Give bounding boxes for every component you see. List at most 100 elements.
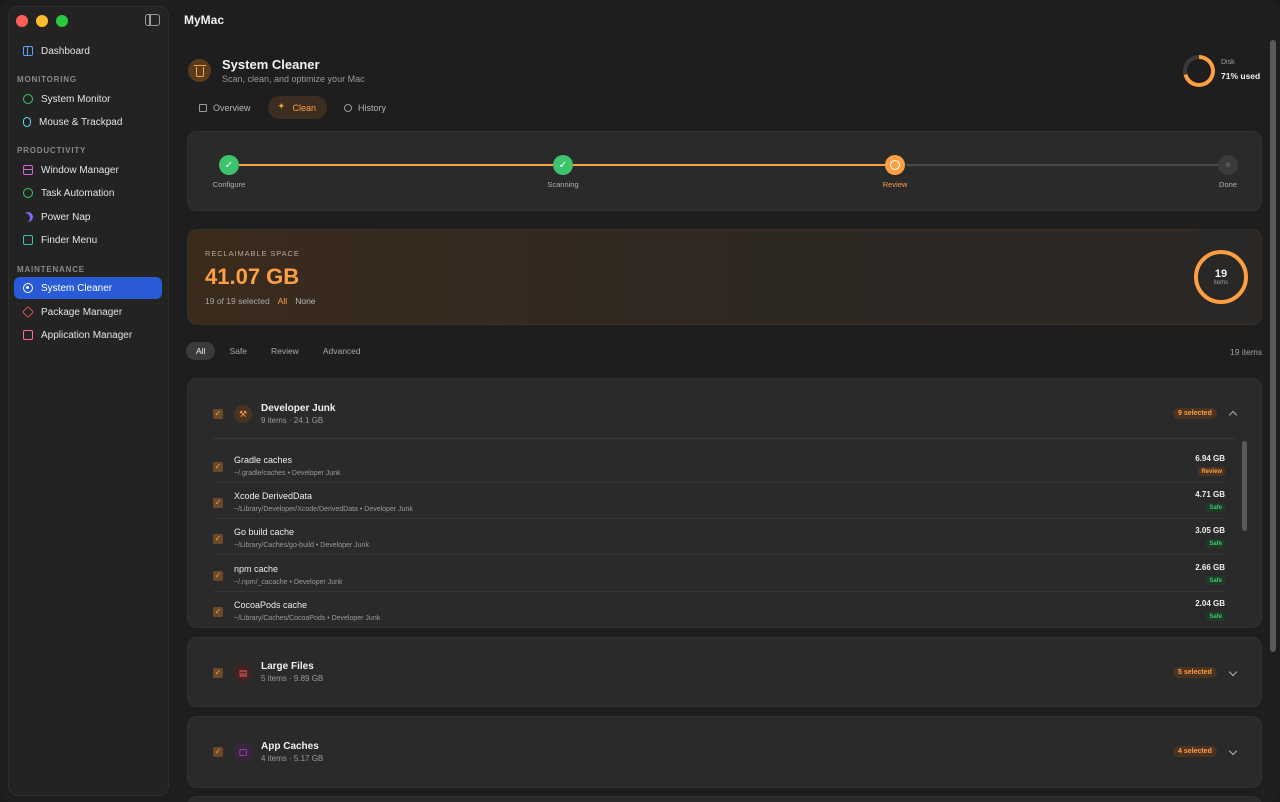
sidebar-item-label: Finder Menu xyxy=(41,234,98,246)
reclaimable-label: RECLAIMABLE SPACE xyxy=(205,249,300,258)
group-subtitle: 9 items · 24.1 GB xyxy=(261,416,324,425)
app-cache-icon: ▢ xyxy=(234,743,252,761)
item-path: ~/.gradle/caches • Developer Junk xyxy=(234,470,341,477)
group-checkbox[interactable] xyxy=(213,668,223,678)
group-selected-badge: 4 selected xyxy=(1173,746,1217,757)
tab-history[interactable]: History xyxy=(333,96,397,119)
group-title: Developer Junk xyxy=(261,403,336,414)
sidebar-item-finder-menu[interactable]: Finder Menu xyxy=(14,229,162,251)
items-count: 19 xyxy=(1214,268,1228,280)
sidebar-item-mouse-trackpad[interactable]: Mouse & Trackpad xyxy=(14,111,162,133)
moon-icon xyxy=(23,212,33,222)
sidebar-section-monitoring: MONITORING xyxy=(17,75,77,84)
item-checkbox[interactable] xyxy=(213,571,223,581)
list-item[interactable]: Xcode DerivedData ~/Library/Developer/Xc… xyxy=(213,483,1225,519)
zoom-window-button[interactable] xyxy=(56,15,68,27)
sidebar-item-system-monitor[interactable]: System Monitor xyxy=(14,88,162,110)
disk-label: Disk xyxy=(1221,59,1235,66)
sidebar-item-label: Power Nap xyxy=(41,211,91,223)
list-item[interactable]: npm cache ~/.npm/_cacache • Developer Ju… xyxy=(213,556,1225,592)
divider xyxy=(213,438,1236,439)
filter-all[interactable]: All xyxy=(186,342,216,360)
disk-usage-ring xyxy=(1183,55,1215,87)
item-checkbox[interactable] xyxy=(213,462,223,472)
chevron-up-icon[interactable] xyxy=(1228,409,1238,419)
window-title: MyMac xyxy=(184,13,225,27)
sidebar-item-label: System Monitor xyxy=(41,93,111,105)
grid-icon xyxy=(23,46,33,56)
group-checkbox[interactable] xyxy=(213,409,223,419)
group-large-files[interactable]: ▤ Large Files 5 items · 9.89 GB 5 select… xyxy=(187,637,1262,707)
sidebar-toggle-icon[interactable] xyxy=(145,14,160,26)
item-path: ~/Library/Caches/go-build • Developer Ju… xyxy=(234,542,369,549)
sidebar-item-label: Application Manager xyxy=(41,329,133,341)
tab-clean[interactable]: Clean xyxy=(267,96,328,119)
group-checkbox[interactable] xyxy=(213,747,223,757)
reclaimable-value: 41.07 GB xyxy=(205,264,300,289)
close-window-button[interactable] xyxy=(16,15,28,27)
filter-chips: All Safe Review Advanced xyxy=(186,342,371,360)
main-scrollbar-thumb[interactable] xyxy=(1270,40,1276,652)
group-title: App Caches xyxy=(261,741,319,752)
item-path: ~/Library/Developer/Xcode/DerivedData • … xyxy=(234,506,413,513)
group-title: Large Files xyxy=(261,661,314,672)
step-label-review: Review xyxy=(882,180,908,189)
item-tag: Safe xyxy=(1206,576,1225,585)
sidebar-item-application-manager[interactable]: Application Manager xyxy=(14,324,162,346)
items-count-label: items xyxy=(1213,280,1229,286)
item-checkbox[interactable] xyxy=(213,534,223,544)
item-name: npm cache xyxy=(234,564,279,574)
sidebar-item-label: Package Manager xyxy=(41,306,123,318)
step-connector xyxy=(906,164,1219,166)
select-all-link[interactable]: All xyxy=(278,296,287,306)
filter-review[interactable]: Review xyxy=(261,342,309,360)
item-tag: Safe xyxy=(1206,503,1225,512)
step-label-scanning: Scanning xyxy=(547,180,579,189)
reclaimable-space-card: RECLAIMABLE SPACE 41.07 GB 19 of 19 sele… xyxy=(187,229,1262,325)
item-path: ~/.npm/_cacache • Developer Junk xyxy=(234,579,343,586)
step-connector xyxy=(239,164,563,166)
mouse-icon xyxy=(23,117,31,127)
sidebar-item-system-cleaner[interactable]: System Cleaner xyxy=(14,277,162,299)
tab-label: Overview xyxy=(213,102,251,113)
chevron-down-icon[interactable] xyxy=(1228,669,1238,679)
sidebar-item-package-manager[interactable]: Package Manager xyxy=(14,301,162,323)
progress-stepper: ✓ Configure ✓ Scanning Review ✧ Done xyxy=(187,131,1262,211)
app-window: Dashboard MONITORING System Monitor Mous… xyxy=(0,0,1280,802)
sidebar-item-dashboard[interactable]: Dashboard xyxy=(14,40,162,62)
app-icon xyxy=(23,330,33,340)
list-item[interactable]: Gradle caches ~/.gradle/caches • Develop… xyxy=(213,447,1225,483)
sidebar-item-task-automation[interactable]: Task Automation xyxy=(14,182,162,204)
item-tag: Safe xyxy=(1206,539,1225,548)
cleaner-icon xyxy=(23,283,33,293)
file-icon: ▤ xyxy=(234,664,252,682)
item-name: Xcode DerivedData xyxy=(234,491,313,501)
sidebar-item-window-manager[interactable]: Window Manager xyxy=(14,159,162,181)
sparkle-icon xyxy=(278,101,287,112)
minimize-window-button[interactable] xyxy=(36,15,48,27)
scrollbar-thumb[interactable] xyxy=(1242,441,1247,531)
list-item[interactable]: CocoaPods cache ~/Library/Caches/CocoaPo… xyxy=(213,592,1225,626)
item-checkbox[interactable] xyxy=(213,607,223,617)
sidebar-item-power-nap[interactable]: Power Nap xyxy=(14,206,162,228)
group-scrollbar[interactable] xyxy=(1242,441,1247,613)
step-connector xyxy=(573,164,896,166)
filter-advanced[interactable]: Advanced xyxy=(313,342,371,360)
item-size: 2.04 GB xyxy=(1195,599,1225,608)
group-subtitle: 4 items · 5.17 GB xyxy=(261,754,324,763)
selection-summary: 19 of 19 selected All None xyxy=(205,296,316,306)
group-selected-badge: 5 selected xyxy=(1173,667,1217,678)
sidebar-item-label: Window Manager xyxy=(41,164,119,176)
tab-overview[interactable]: Overview xyxy=(188,96,262,119)
filter-safe[interactable]: Safe xyxy=(219,342,257,360)
list-item[interactable]: Go build cache ~/Library/Caches/go-build… xyxy=(213,519,1225,555)
step-done-party-icon: ✧ xyxy=(1218,155,1238,175)
step-label-done: Done xyxy=(1219,180,1237,189)
sidebar: Dashboard MONITORING System Monitor Mous… xyxy=(8,6,169,796)
select-none-link[interactable]: None xyxy=(295,296,315,306)
chevron-down-icon[interactable] xyxy=(1228,748,1238,758)
item-size: 6.94 GB xyxy=(1195,454,1225,463)
item-tag: Safe xyxy=(1206,612,1225,621)
item-checkbox[interactable] xyxy=(213,498,223,508)
group-app-caches[interactable]: ▢ App Caches 4 items · 5.17 GB 4 selecte… xyxy=(187,716,1262,788)
